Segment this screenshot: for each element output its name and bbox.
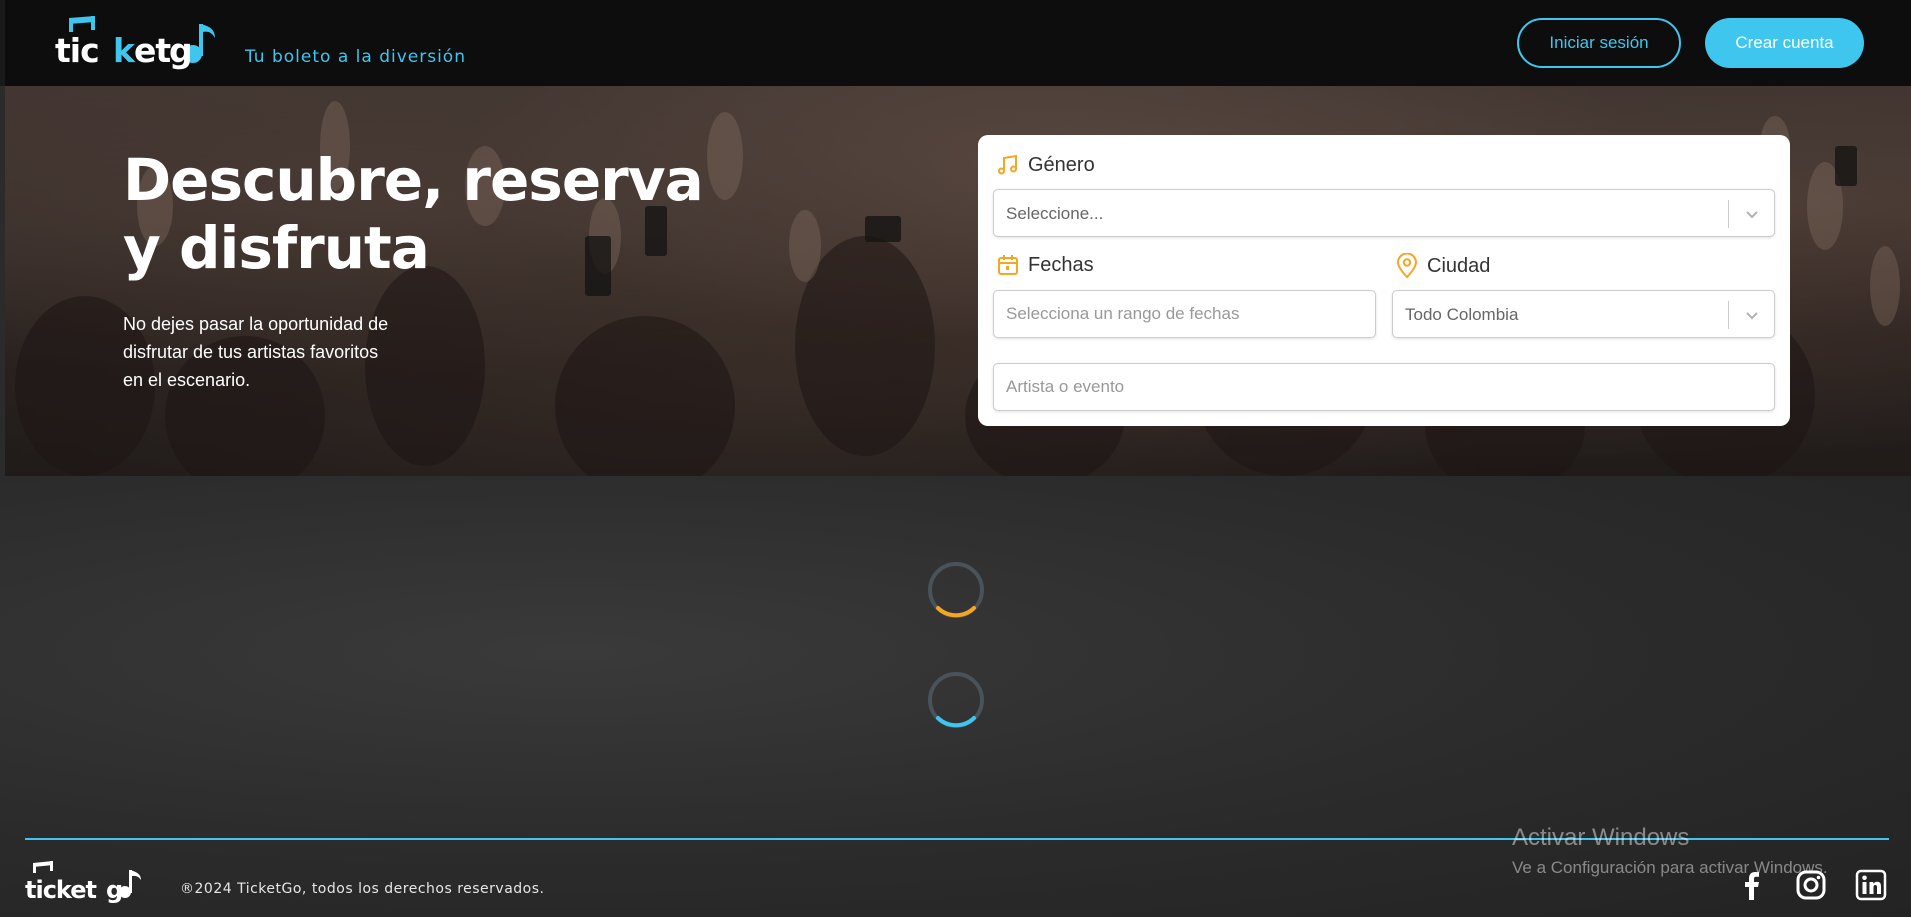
genre-select[interactable]: Seleccione...: [993, 189, 1775, 237]
svg-text:k: k: [113, 31, 136, 70]
svg-text:g: g: [169, 31, 193, 70]
dates-label: Fechas: [996, 253, 1094, 277]
chevron-down-icon[interactable]: [1742, 204, 1762, 224]
login-button[interactable]: Iniciar sesión: [1517, 18, 1681, 68]
footer-logo-graphic: ticket g: [25, 861, 141, 904]
hero-subtitle-line1: No dejes pasar la oportunidad de: [123, 314, 389, 334]
genre-label: Género: [996, 153, 1095, 177]
facebook-icon[interactable]: [1736, 869, 1768, 901]
select-separator: [1728, 301, 1729, 329]
city-select[interactable]: Todo Colombia: [1392, 290, 1775, 338]
genre-label-text: Género: [1028, 153, 1095, 176]
location-pin-icon: [1396, 253, 1418, 279]
loading-spinner-icon: [928, 672, 984, 728]
select-separator: [1728, 200, 1729, 228]
linkedin-icon[interactable]: [1855, 869, 1887, 901]
ticketgo-logo[interactable]: tic k et g: [55, 12, 240, 76]
city-label: Ciudad: [1395, 253, 1490, 279]
svg-text:tic: tic: [55, 31, 99, 70]
copyright-text: ®2024 TicketGo, todos los derechos reser…: [180, 881, 545, 897]
tagline: Tu boleto a la diversión: [245, 47, 466, 67]
artist-event-input[interactable]: Artista o evento: [993, 363, 1775, 411]
logo-graphic: tic k et g: [55, 16, 215, 70]
city-label-text: Ciudad: [1427, 254, 1491, 277]
svg-text:ticket: ticket: [25, 876, 97, 904]
windows-activation-subtitle: Ve a Configuración para activar Windows.: [1512, 858, 1828, 877]
header: tic k et g Tu boleto a la diversión Inic…: [0, 0, 1911, 86]
search-card: Género Seleccione... Fechas Selecciona u…: [978, 135, 1790, 426]
dates-range-input[interactable]: Selecciona un rango de fechas: [993, 290, 1376, 338]
loading-spinner-icon: [928, 562, 984, 618]
hero-subtitle-line3: en el escenario.: [123, 370, 251, 390]
hero-title-line1: Descubre, reserva: [123, 146, 704, 214]
hero-subtitle-line2: disfrutar de tus artistas favoritos: [123, 342, 379, 362]
page: tic k et g Tu boleto a la diversión Inic…: [0, 0, 1911, 917]
chevron-down-icon[interactable]: [1742, 305, 1762, 325]
hero-title-line2: y disfruta: [123, 214, 430, 282]
windows-activation-title: Activar Windows: [1512, 824, 1690, 851]
footer-logo[interactable]: ticket g: [25, 860, 155, 905]
signup-button[interactable]: Crear cuenta: [1705, 18, 1864, 68]
city-select-value: Todo Colombia: [1405, 305, 1519, 324]
svg-text:g: g: [106, 876, 123, 904]
calendar-icon: [998, 255, 1018, 275]
genre-select-value: Seleccione...: [1006, 204, 1104, 223]
svg-text:et: et: [134, 31, 171, 70]
instagram-icon[interactable]: [1795, 869, 1827, 901]
hero-subtitle: No dejes pasar la oportunidad de disfrut…: [123, 310, 423, 394]
music-note-icon: [998, 154, 1017, 175]
dates-label-text: Fechas: [1028, 253, 1094, 276]
hero-title: Descubre, reserva y disfruta: [123, 146, 743, 282]
